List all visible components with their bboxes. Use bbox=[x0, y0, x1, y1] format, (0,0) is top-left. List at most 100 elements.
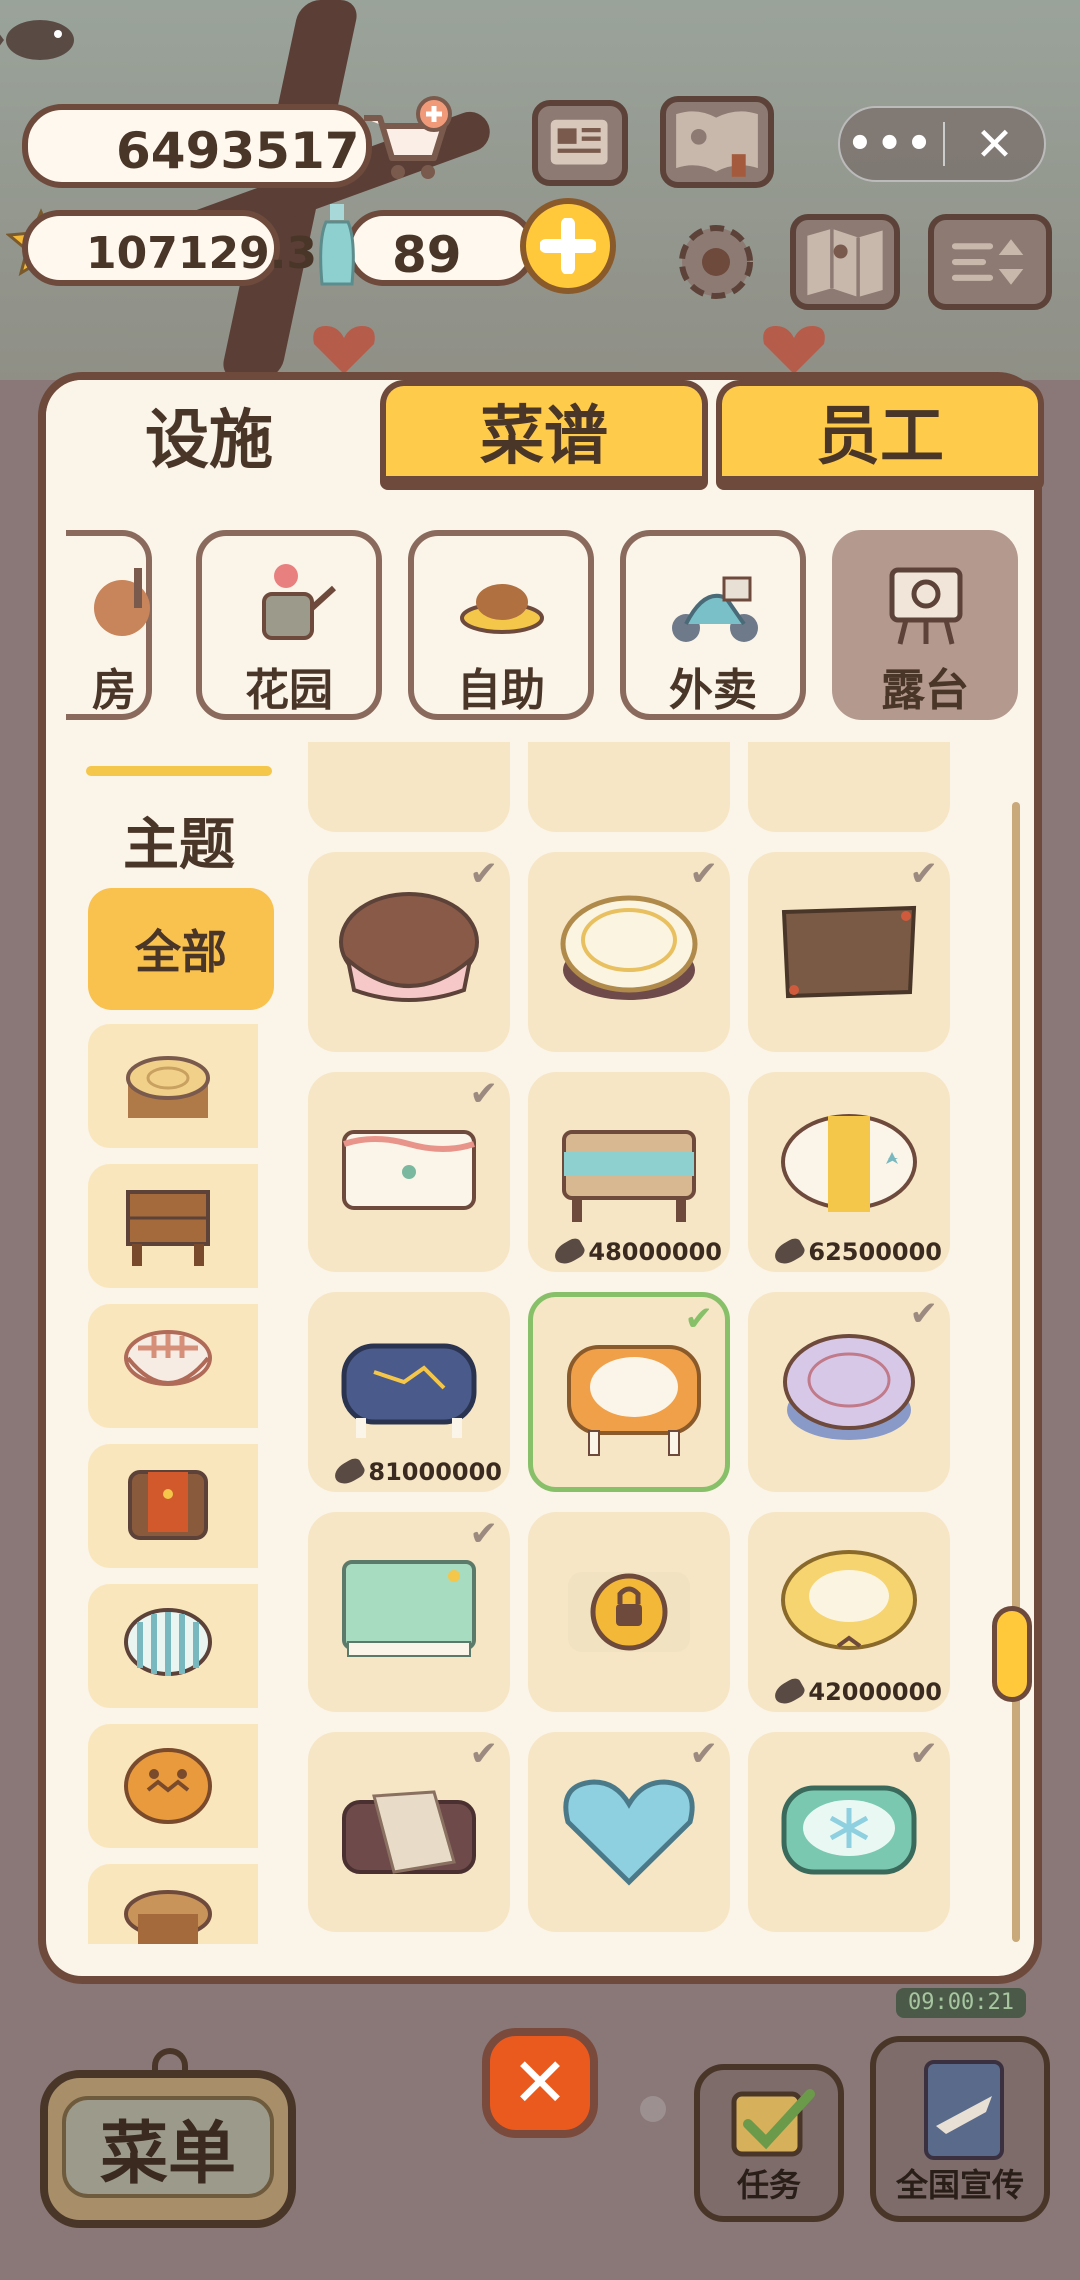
item-rustic-plank-table[interactable]: ✔ bbox=[748, 852, 950, 1052]
category-terrace-label: 露台 bbox=[881, 665, 969, 716]
item-price: 48000000 bbox=[551, 1235, 722, 1269]
item-yellow-bow-table[interactable]: 42000000 bbox=[748, 1512, 950, 1712]
item-navy-gold-table[interactable]: 81000000 bbox=[308, 1292, 510, 1492]
page-indicator-dot bbox=[640, 2096, 666, 2122]
pumpkin-table-icon bbox=[124, 1748, 212, 1824]
heart-ornament-left bbox=[313, 326, 375, 374]
star-value: 107129.3 bbox=[86, 228, 318, 279]
item-mint-table[interactable]: ✔ bbox=[308, 1512, 510, 1712]
draped-table-icon bbox=[342, 1790, 476, 1874]
ribbon-table-icon bbox=[342, 1130, 476, 1210]
newspaper-icon[interactable] bbox=[532, 100, 628, 186]
menu-button[interactable]: 菜单 bbox=[40, 2070, 296, 2228]
price-value: 48000000 bbox=[588, 1238, 722, 1266]
yellow-runner-table-icon bbox=[781, 1114, 917, 1212]
item-locked-table[interactable] bbox=[528, 1512, 730, 1712]
tasks-button[interactable]: 任务 bbox=[694, 2064, 844, 2222]
coin-value: 6493517 bbox=[116, 122, 360, 180]
teal-stripe-table-icon bbox=[562, 1130, 696, 1222]
national-promo-label: 全国宣传 bbox=[895, 2166, 1024, 2204]
coin-counter: 6493517 bbox=[22, 104, 372, 188]
tab-staff[interactable]: 员工 bbox=[716, 380, 1044, 490]
national-promo-button[interactable]: 全国宣传 bbox=[870, 2036, 1050, 2222]
theme-checkered-table[interactable] bbox=[88, 1304, 258, 1428]
navy-gold-table-icon bbox=[341, 1343, 477, 1438]
theme-log-table[interactable] bbox=[88, 1024, 258, 1148]
add-bottles-button[interactable] bbox=[520, 198, 616, 294]
item-grid: ✔ ✔ ✔ ✔ 48000000 62500000 81000000 ✔ ✔ ✔… bbox=[308, 742, 1008, 1952]
price-value: 81000000 bbox=[368, 1458, 502, 1486]
checkered-table-icon bbox=[124, 1330, 212, 1386]
item-heart-table[interactable]: ✔ bbox=[528, 1732, 730, 1932]
heart-ornament-right bbox=[763, 326, 825, 374]
recipe-book-icon[interactable] bbox=[660, 96, 774, 188]
fish-coin-icon bbox=[0, 20, 74, 60]
watering-can-icon bbox=[262, 564, 337, 640]
item-lavender-table[interactable]: ✔ bbox=[748, 1292, 950, 1492]
tasks-label: 任务 bbox=[736, 2166, 801, 2204]
item-draped-table[interactable]: ✔ bbox=[308, 1732, 510, 1932]
miniprogram-capsule: ••• ✕ bbox=[838, 106, 1046, 182]
promo-poster-icon bbox=[924, 2060, 1004, 2160]
item-yellow-runner-table[interactable]: 62500000 bbox=[748, 1072, 950, 1272]
facility-panel: 设施 菜谱 员工 房 花园 自助 外卖 露台 主题 全部 ✔ ✔ ✔ ✔ 480… bbox=[38, 372, 1044, 1984]
theme-list bbox=[88, 1024, 258, 1944]
settings-gear-icon[interactable] bbox=[668, 214, 764, 310]
more-options-button[interactable]: ••• bbox=[840, 121, 943, 167]
tab-recipes[interactable]: 菜谱 bbox=[380, 380, 708, 490]
orange-lace-table-icon bbox=[567, 1345, 701, 1456]
plus-icon bbox=[540, 218, 596, 274]
item-cream-round-table[interactable]: ✔ bbox=[528, 852, 730, 1052]
menu-button-label: 菜单 bbox=[62, 2096, 274, 2198]
item-choco-table[interactable]: ✔ bbox=[308, 852, 510, 1052]
map-icon[interactable] bbox=[790, 214, 900, 310]
item-ribbon-table[interactable]: ✔ bbox=[308, 1072, 510, 1272]
item-snowflake-table[interactable]: ✔ bbox=[748, 1732, 950, 1932]
category-buffet[interactable]: 自助 bbox=[408, 530, 594, 720]
close-miniprogram-button[interactable]: ✕ bbox=[945, 117, 1044, 171]
item-cell-partial[interactable] bbox=[308, 742, 510, 832]
theme-red-cloth-table[interactable] bbox=[88, 1444, 258, 1568]
fish-currency-icon bbox=[331, 1455, 368, 1489]
theme-wood-table[interactable] bbox=[88, 1164, 258, 1288]
item-cell-partial[interactable] bbox=[528, 742, 730, 832]
theme-round-wood-table[interactable] bbox=[88, 1864, 258, 1944]
sort-filter-icon[interactable] bbox=[928, 214, 1052, 310]
scooter-icon bbox=[672, 576, 758, 642]
terrace-icon bbox=[889, 567, 963, 645]
round-wood-table-icon bbox=[124, 1890, 212, 1944]
red-cloth-table-icon bbox=[128, 1470, 208, 1540]
item-cell-partial[interactable] bbox=[748, 742, 950, 832]
yellow-bow-table-icon bbox=[781, 1550, 917, 1650]
close-panel-button[interactable]: ✕ bbox=[482, 2028, 598, 2138]
theme-striped-table[interactable] bbox=[88, 1584, 258, 1708]
lavender-table-icon bbox=[783, 1334, 915, 1440]
rustic-plank-table-icon bbox=[781, 905, 917, 999]
category-garden-label: 花园 bbox=[245, 665, 333, 716]
heart-table-icon bbox=[563, 1779, 695, 1886]
shop-cart-icon[interactable] bbox=[356, 96, 456, 186]
tab-facilities[interactable]: 设施 bbox=[46, 380, 372, 490]
category-terrace[interactable]: 露台 bbox=[832, 530, 1018, 720]
theme-filter-all[interactable]: 全部 bbox=[88, 888, 274, 1010]
item-teal-stripe-table[interactable]: 48000000 bbox=[528, 1072, 730, 1272]
item-price: 81000000 bbox=[331, 1455, 502, 1489]
scrollbar-track[interactable] bbox=[1012, 802, 1020, 1942]
category-garden[interactable]: 花园 bbox=[196, 530, 382, 720]
log-table-icon bbox=[126, 1056, 210, 1118]
category-kitchen-label: 房 bbox=[92, 665, 136, 716]
lock-icon bbox=[568, 1572, 690, 1652]
price-value: 62500000 bbox=[808, 1238, 942, 1266]
category-row: 房 花园 自助 外卖 露台 bbox=[66, 530, 1026, 730]
striped-table-icon bbox=[124, 1608, 212, 1676]
category-delivery[interactable]: 外卖 bbox=[620, 530, 806, 720]
task-checkbox-icon bbox=[731, 2089, 815, 2157]
item-orange-lace-table[interactable]: ✔ bbox=[528, 1292, 730, 1492]
category-kitchen[interactable]: 房 bbox=[66, 530, 152, 720]
theme-pumpkin-table[interactable] bbox=[88, 1724, 258, 1848]
scrollbar-thumb[interactable] bbox=[992, 1606, 1032, 1702]
fish-currency-icon bbox=[771, 1235, 808, 1269]
theme-title: 主题 bbox=[123, 813, 235, 878]
background-sky bbox=[0, 0, 1080, 380]
snowflake-table-icon bbox=[781, 1785, 917, 1875]
